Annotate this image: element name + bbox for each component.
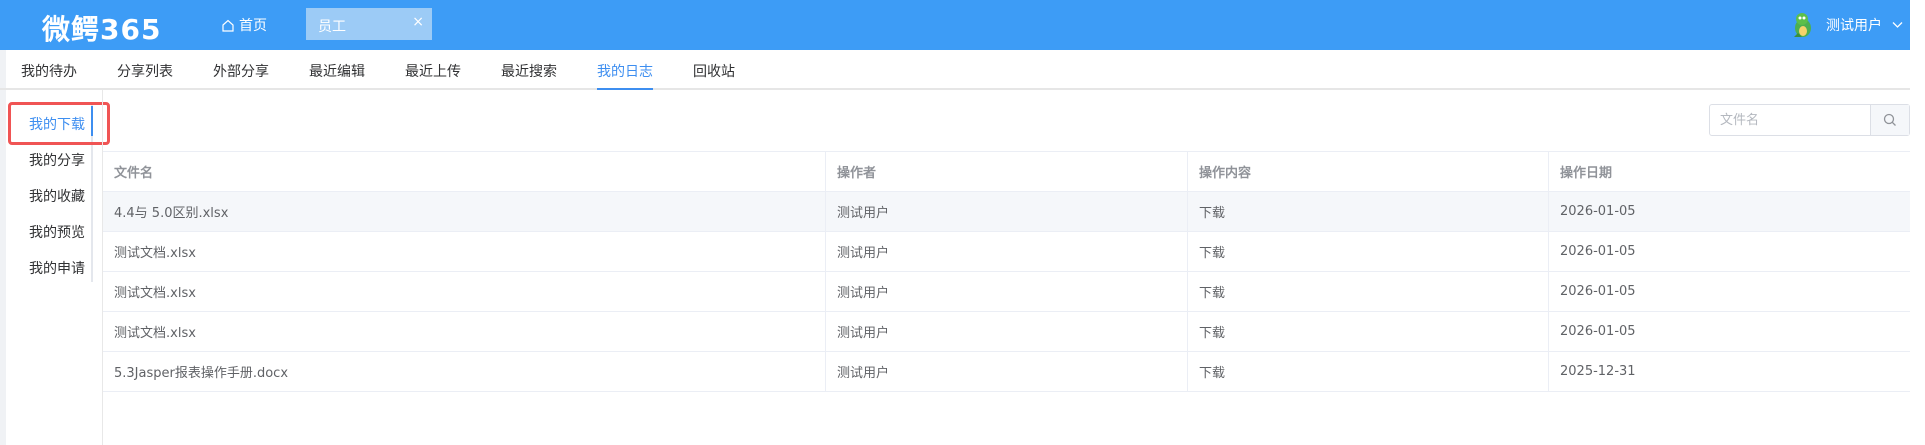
cell-filename: 测试文档.xlsx bbox=[103, 312, 826, 351]
side-item-my-applications[interactable]: 我的申请 bbox=[29, 258, 85, 278]
nav-tabs: 我的待办 分享列表 外部分享 最近编辑 最近上传 最近搜索 我的日志 回收站 bbox=[0, 50, 1910, 90]
cell-operator: 测试用户 bbox=[826, 232, 1188, 271]
cell-action: 下载 bbox=[1188, 352, 1549, 391]
search-button[interactable] bbox=[1870, 105, 1909, 135]
table-row[interactable]: 测试文档.xlsx 测试用户 下载 2026-01-05 bbox=[103, 232, 1910, 272]
home-link[interactable]: 首页 bbox=[222, 15, 267, 35]
tab-recycle-bin[interactable]: 回收站 bbox=[693, 61, 735, 81]
active-tab-indicator bbox=[597, 88, 653, 90]
chevron-down-icon bbox=[1892, 22, 1903, 28]
page-scrollbar-track[interactable] bbox=[1910, 0, 1925, 445]
username: 测试用户 bbox=[1826, 18, 1882, 34]
app-header: 微鳄365 首页 员工 × 测试用户 bbox=[0, 0, 1925, 50]
column-header-operator[interactable]: 操作者 bbox=[826, 152, 1188, 191]
tab-external-share[interactable]: 外部分享 bbox=[213, 61, 269, 81]
tab-recent-upload[interactable]: 最近上传 bbox=[405, 61, 461, 81]
highlight-box bbox=[8, 102, 110, 145]
cell-action: 下载 bbox=[1188, 192, 1549, 231]
cell-date: 2026-01-05 bbox=[1560, 244, 1636, 259]
side-item-my-favorites[interactable]: 我的收藏 bbox=[29, 186, 85, 206]
tab-recent-edit[interactable]: 最近编辑 bbox=[309, 61, 365, 81]
cell-action: 下载 bbox=[1188, 232, 1549, 271]
cell-action: 下载 bbox=[1188, 312, 1549, 351]
column-header-action[interactable]: 操作内容 bbox=[1188, 152, 1549, 191]
search-icon bbox=[1883, 113, 1896, 126]
cell-action: 下载 bbox=[1188, 272, 1549, 311]
table-row[interactable]: 测试文档.xlsx 测试用户 下载 2026-01-05 bbox=[103, 272, 1910, 312]
column-header-date[interactable]: 操作日期 bbox=[1549, 152, 1910, 191]
table-row[interactable]: 4.4与 5.0区别.xlsx 测试用户 下载 2026-01-05 bbox=[103, 192, 1910, 232]
cell-operator: 测试用户 bbox=[826, 312, 1188, 351]
side-item-my-previews[interactable]: 我的预览 bbox=[29, 222, 85, 242]
app-logo[interactable]: 微鳄365 bbox=[42, 8, 161, 48]
tab-my-todo[interactable]: 我的待办 bbox=[21, 61, 77, 81]
table-row[interactable]: 测试文档.xlsx 测试用户 下载 2026-01-05 bbox=[103, 312, 1910, 352]
table-row[interactable]: 5.3Jasper报表操作手册.docx 测试用户 下载 2025-12-31 bbox=[103, 352, 1910, 392]
tab-share-list[interactable]: 分享列表 bbox=[117, 61, 173, 81]
cell-operator: 测试用户 bbox=[826, 192, 1188, 231]
cell-date: 2026-01-05 bbox=[1560, 324, 1636, 339]
cell-operator: 测试用户 bbox=[826, 272, 1188, 311]
cell-date: 2026-01-05 bbox=[1560, 284, 1636, 299]
table-header: 文件名 操作者 操作内容 操作日期 bbox=[103, 152, 1910, 192]
cell-filename: 测试文档.xlsx bbox=[103, 272, 826, 311]
avatar bbox=[1794, 13, 1811, 37]
tab-staff-label: 员工 bbox=[318, 19, 346, 35]
tab-recent-search[interactable]: 最近搜索 bbox=[501, 61, 557, 81]
cell-filename: 5.3Jasper报表操作手册.docx bbox=[103, 352, 826, 391]
search-input[interactable] bbox=[1710, 105, 1870, 135]
side-item-my-shares[interactable]: 我的分享 bbox=[29, 150, 85, 170]
cell-filename: 测试文档.xlsx bbox=[103, 232, 826, 271]
tab-my-log[interactable]: 我的日志 bbox=[597, 61, 653, 81]
tab-close-icon[interactable]: × bbox=[412, 14, 424, 30]
cell-date: 2026-01-05 bbox=[1560, 204, 1636, 219]
tab-staff[interactable]: 员工 × bbox=[306, 8, 432, 40]
home-label: 首页 bbox=[239, 18, 267, 34]
cell-date: 2025-12-31 bbox=[1560, 364, 1636, 379]
column-header-filename[interactable]: 文件名 bbox=[103, 152, 826, 191]
user-menu[interactable]: 测试用户 bbox=[1788, 0, 1925, 50]
cell-filename: 4.4与 5.0区别.xlsx bbox=[103, 192, 826, 231]
log-table: 文件名 操作者 操作内容 操作日期 4.4与 5.0区别.xlsx 测试用户 下… bbox=[103, 151, 1910, 392]
home-icon bbox=[222, 19, 234, 32]
search-box bbox=[1709, 104, 1910, 136]
cell-operator: 测试用户 bbox=[826, 352, 1188, 391]
